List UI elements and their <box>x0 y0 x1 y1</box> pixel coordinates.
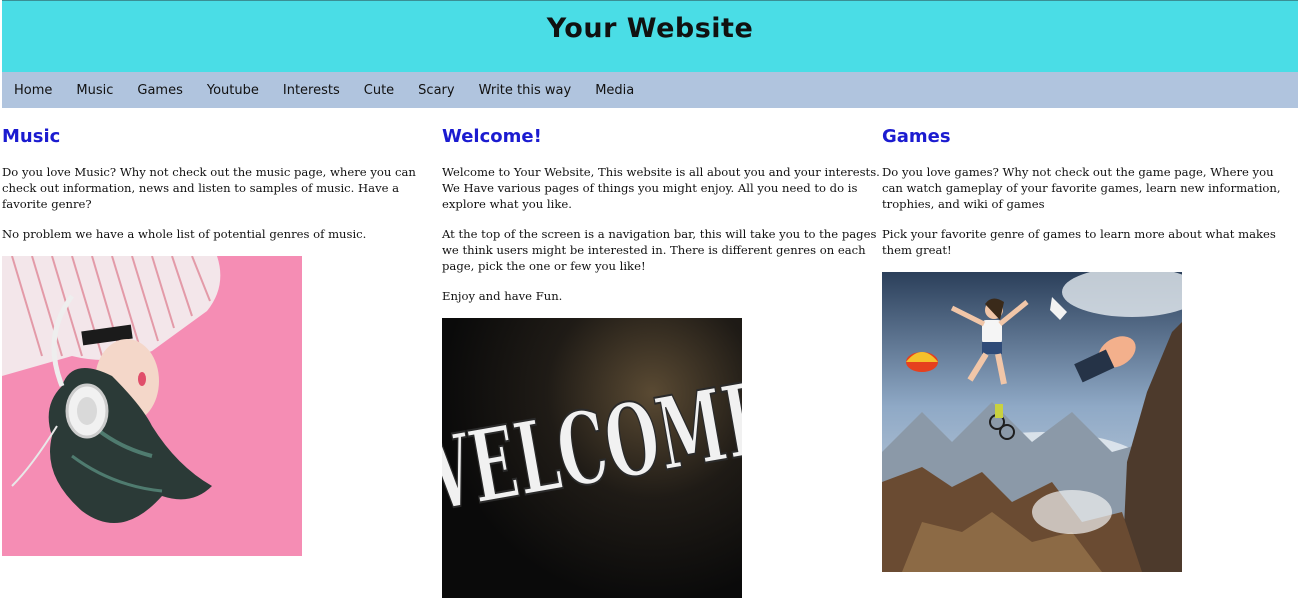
welcome-section: Welcome! Welcome to Your Website, This w… <box>442 108 882 598</box>
welcome-image: WELCOME <box>442 318 742 598</box>
nav-link-games[interactable]: Games <box>137 83 182 98</box>
music-heading: Music <box>2 126 61 147</box>
games-section: Games Do you love games? Why not check o… <box>882 108 1298 572</box>
nav-link-cute[interactable]: Cute <box>364 83 394 98</box>
welcome-paragraph-2: At the top of the screen is a navigation… <box>442 227 877 273</box>
games-heading: Games <box>882 126 951 147</box>
welcome-heading: Welcome! <box>442 126 542 147</box>
welcome-paragraph-3: Enjoy and have Fun. <box>442 289 563 303</box>
games-image <box>882 272 1182 572</box>
nav-bar: Home Music Games Youtube Interests Cute … <box>2 72 1298 108</box>
nav-link-music[interactable]: Music <box>76 83 113 98</box>
site-title: Your Website <box>546 13 754 44</box>
music-section: Music Do you love Music? Why not check o… <box>2 108 442 556</box>
welcome-paragraph-1: Welcome to Your Website, This website is… <box>442 165 880 211</box>
nav-link-scary[interactable]: Scary <box>418 83 454 98</box>
nav-link-youtube[interactable]: Youtube <box>207 83 259 98</box>
games-paragraph-1: Do you love games? Why not check out the… <box>882 165 1281 211</box>
games-paragraph-2: Pick your favorite genre of games to lea… <box>882 227 1276 257</box>
site-header: Your Website <box>2 0 1298 72</box>
page: Your Website Home Music Games Youtube In… <box>0 0 1298 598</box>
nav-link-home[interactable]: Home <box>14 83 52 98</box>
nav-link-media[interactable]: Media <box>595 83 634 98</box>
music-paragraph-1: Do you love Music? Why not check out the… <box>2 165 416 211</box>
music-paragraph-2: No problem we have a whole list of poten… <box>2 227 367 241</box>
nav-link-interests[interactable]: Interests <box>283 83 340 98</box>
nav-link-write-this-way[interactable]: Write this way <box>479 83 572 98</box>
music-image <box>2 256 302 556</box>
